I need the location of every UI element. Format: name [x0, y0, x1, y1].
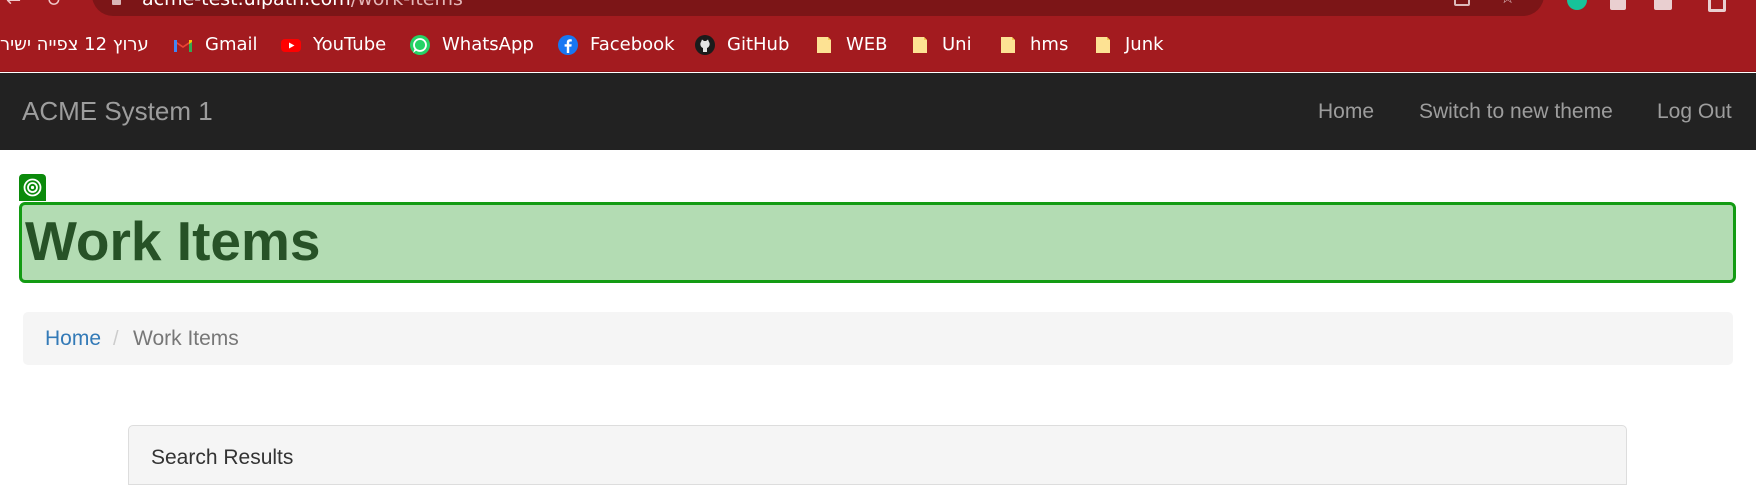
breadcrumb: Home / Work Items: [23, 312, 1733, 365]
target-icon: [23, 178, 42, 197]
bookmark-folder-hms[interactable]: hms: [997, 32, 1068, 58]
page-header-highlighted: Work Items: [19, 202, 1736, 283]
bookmarks-bar: ערוץ 12 צפייה ישיר Gmail YouTube WhatsAp…: [0, 18, 1756, 72]
url-text: acme-test.uipath.com/work-items: [142, 0, 463, 10]
nav-switch-theme-link[interactable]: Switch to new theme: [1419, 99, 1613, 125]
selection-target-marker: [19, 174, 46, 201]
home-icon[interactable]: [1610, 0, 1626, 10]
breadcrumb-home-link[interactable]: Home: [45, 327, 101, 351]
bookmark-youtube[interactable]: YouTube: [280, 32, 386, 58]
bookmark-label: YouTube: [313, 34, 387, 55]
facebook-icon: [558, 35, 578, 55]
folder-icon: [817, 37, 831, 53]
bookmark-label: Facebook: [590, 34, 675, 55]
browser-toolbar: ← ↻ acme-test.uipath.com/work-items ☆: [0, 0, 1756, 18]
bookmark-label: WEB: [846, 34, 888, 55]
bookmark-label: GitHub: [727, 34, 790, 55]
gmail-icon: [174, 40, 192, 52]
bookmark-folder-web[interactable]: WEB: [813, 32, 888, 58]
bookmark-label: WhatsApp: [442, 34, 534, 55]
github-icon: [695, 35, 715, 55]
app-navbar: ACME System 1 Home Switch to new theme L…: [0, 73, 1756, 150]
search-results-panel: Search Results: [128, 425, 1627, 485]
bookmark-channel-12[interactable]: ערוץ 12 צפייה ישיר: [0, 32, 149, 58]
folder-icon: [1096, 37, 1110, 53]
nav-home-link[interactable]: Home: [1318, 99, 1374, 125]
panel-title: Search Results: [151, 446, 294, 469]
share-icon[interactable]: [1454, 0, 1470, 6]
bookmark-label: Junk: [1125, 34, 1164, 55]
bookmark-label: hms: [1030, 34, 1069, 55]
navbar-brand[interactable]: ACME System 1: [22, 95, 213, 127]
bookmark-folder-uni[interactable]: Uni: [909, 32, 972, 58]
folder-icon: [1001, 37, 1015, 53]
lock-icon: [112, 0, 121, 5]
bookmark-whatsapp[interactable]: WhatsApp: [409, 32, 534, 58]
back-arrow-icon[interactable]: ←: [6, 0, 28, 12]
bookmark-gmail[interactable]: Gmail: [172, 32, 258, 58]
grammarly-extension-icon[interactable]: [1567, 0, 1587, 10]
reload-icon[interactable]: ↻: [46, 0, 68, 12]
extensions-puzzle-icon[interactable]: [1654, 0, 1672, 10]
page-title: Work Items: [25, 210, 321, 272]
bookmark-label: Uni: [942, 34, 972, 55]
whatsapp-icon: [410, 35, 430, 55]
address-bar[interactable]: acme-test.uipath.com/work-items ☆: [92, 0, 1544, 16]
bookmark-label: ערוץ 12 צפייה ישיר: [0, 34, 149, 55]
breadcrumb-current: Work Items: [133, 327, 239, 350]
folder-icon: [913, 37, 927, 53]
bookmark-label: Gmail: [205, 34, 258, 55]
bookmark-github[interactable]: GitHub: [694, 32, 789, 58]
profile-square-icon[interactable]: [1708, 0, 1726, 12]
breadcrumb-separator: /: [113, 328, 119, 350]
bookmark-facebook[interactable]: Facebook: [557, 32, 675, 58]
nav-logout-link[interactable]: Log Out: [1657, 99, 1732, 125]
youtube-icon: [281, 39, 301, 52]
bookmark-folder-junk[interactable]: Junk: [1092, 32, 1164, 58]
